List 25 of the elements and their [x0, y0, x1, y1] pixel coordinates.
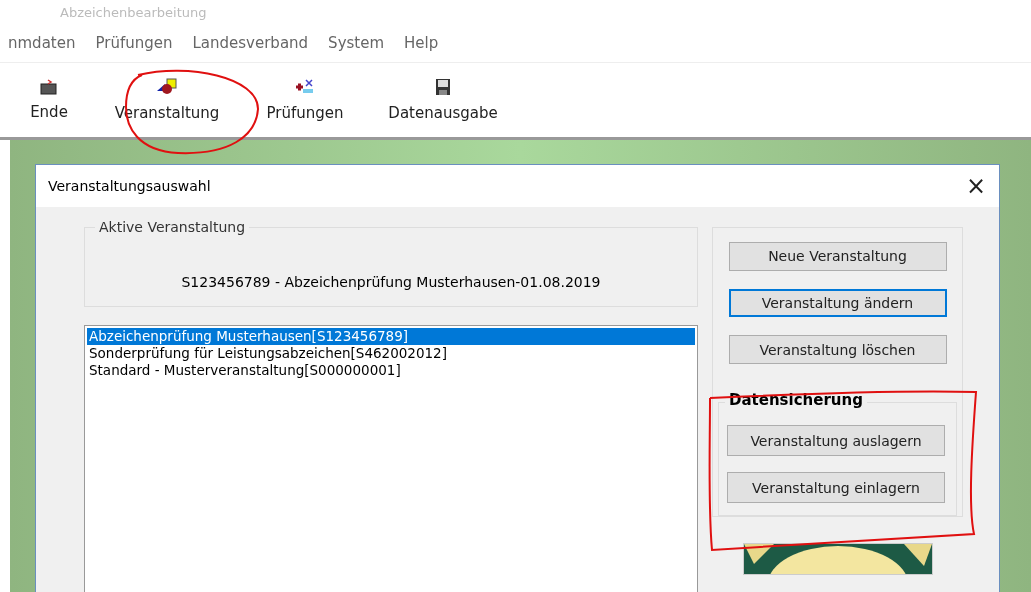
folder-icon — [40, 79, 58, 95]
window-title: Abzeichenbearbeitung — [60, 4, 207, 20]
menu-item[interactable]: Help — [404, 34, 439, 52]
active-event-text: S123456789 - Abzeichenprüfung Musterhausen-01.08.2019 — [181, 274, 601, 290]
shapes-icon — [156, 78, 178, 96]
dialog-button[interactable]: Veranstaltung einlagern — [727, 472, 945, 503]
menu-item[interactable]: Prüfungen — [95, 34, 173, 52]
menu-item[interactable]: System — [328, 34, 385, 52]
menu-item[interactable]: Landesverband — [192, 34, 309, 52]
dialog-title: Veranstaltungsauswahl — [48, 178, 211, 194]
dialog-button[interactable]: Veranstaltung auslagern — [727, 425, 945, 456]
toolbar-button[interactable]: Ende — [0, 79, 98, 121]
dialog-button[interactable]: Veranstaltung ändern — [728, 288, 947, 318]
event-list[interactable]: Abzeichenprüfung Musterhausen[S123456789] Sonderprüfung für Leistungsabzeichen[S462002012] Standard - Musterveranstaltung[S000000001] — [84, 325, 698, 592]
list-item[interactable]: Sonderprüfung für Leistungsabzeichen[S462002012] — [87, 345, 695, 362]
group-label: Aktive Veranstaltung — [95, 219, 250, 235]
toolbar-button[interactable]: Datenausgabe — [374, 78, 512, 122]
dialog-button[interactable]: Veranstaltung löschen — [728, 335, 947, 364]
toolbar-button[interactable]: Prüfungen — [236, 78, 374, 122]
menu-item[interactable]: nmdaten — [8, 34, 76, 52]
list-item[interactable]: Standard - Musterveranstaltung[S000000001] — [87, 362, 695, 379]
dialog-button[interactable]: Neue Veranstaltung — [728, 242, 947, 271]
list-item[interactable]: Abzeichenprüfung Musterhausen[S123456789] — [87, 328, 695, 345]
tools-icon — [294, 78, 316, 96]
close-button[interactable]: × — [953, 171, 999, 201]
